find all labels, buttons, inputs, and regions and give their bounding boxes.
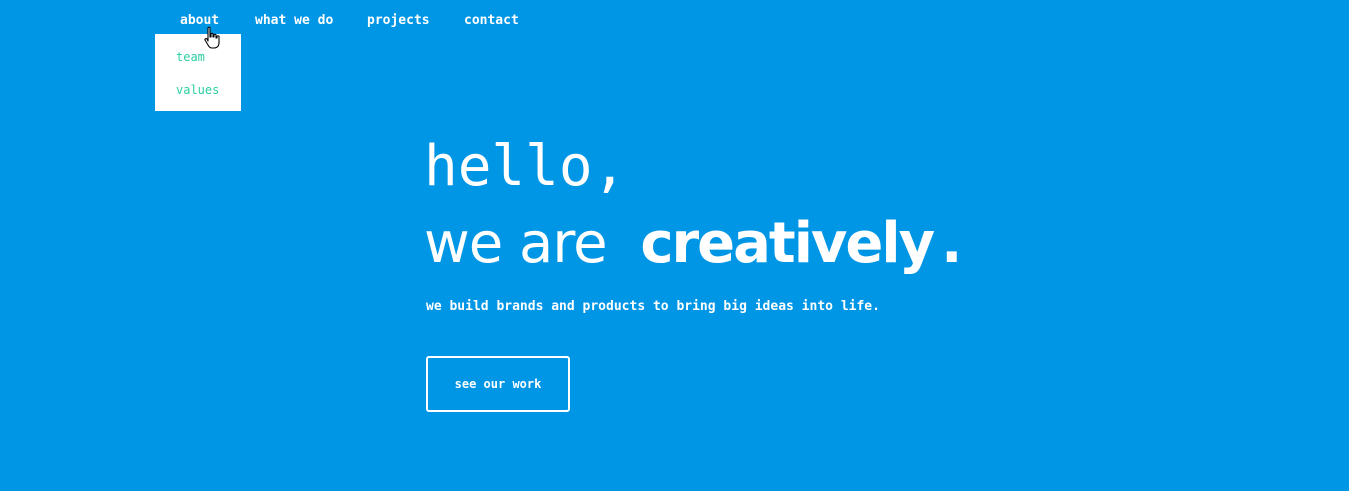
- hand-pointer-icon: [204, 26, 220, 49]
- about-dropdown-menu: team values: [155, 34, 241, 111]
- hero-greeting: hello,: [424, 134, 627, 199]
- dropdown-item-values[interactable]: values: [176, 83, 219, 97]
- hero-headline-plain: we are: [424, 211, 608, 276]
- nav-item-projects[interactable]: projects: [367, 13, 430, 29]
- see-our-work-label: see our work: [454, 377, 542, 391]
- nav-item-contact[interactable]: contact: [464, 13, 519, 29]
- hero-headline-strong: creatively: [640, 211, 935, 276]
- hero-headline-period: .: [941, 211, 963, 276]
- nav-item-what-we-do[interactable]: what we do: [255, 13, 333, 29]
- hero-tagline: we build brands and products to bring bi…: [426, 299, 880, 314]
- dropdown-item-team[interactable]: team: [176, 50, 205, 64]
- hero-headline: we are creatively.: [424, 206, 962, 282]
- see-our-work-button[interactable]: see our work: [426, 356, 570, 412]
